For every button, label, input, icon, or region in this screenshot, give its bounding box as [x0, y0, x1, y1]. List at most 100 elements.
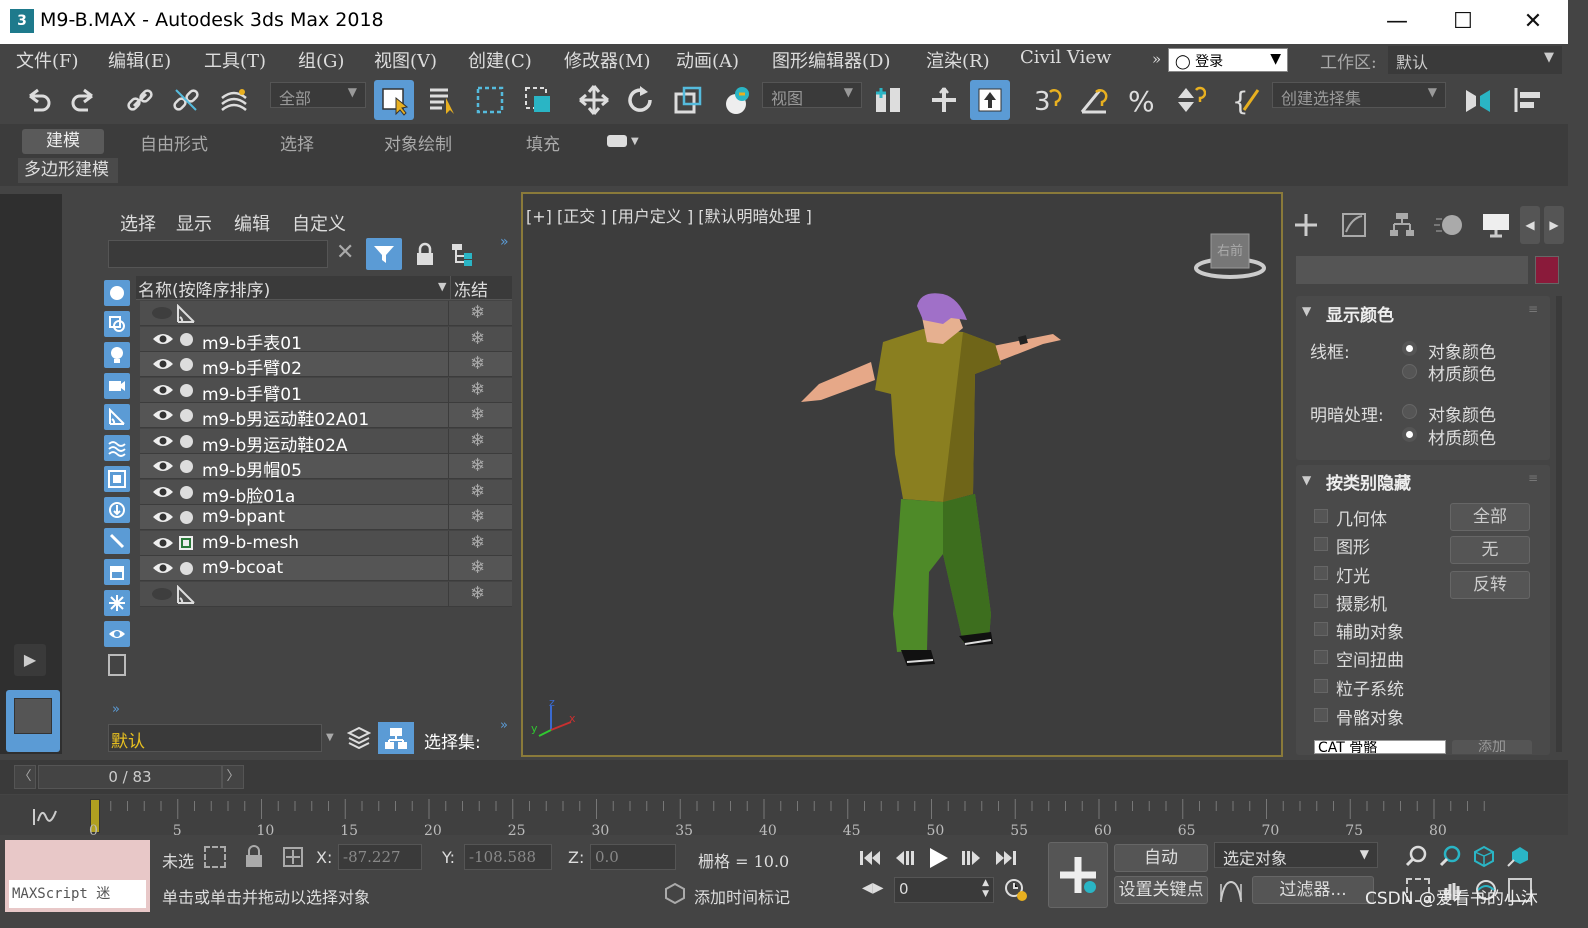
hierarchy-tab-icon[interactable]	[1388, 210, 1416, 240]
table-row[interactable]: m9-b手表01 ❄	[140, 326, 512, 354]
visibility-eye-icon[interactable]	[152, 382, 174, 398]
scene-menu-display[interactable]: 显示	[176, 210, 212, 236]
display-color-title[interactable]: 显示颜色	[1326, 301, 1394, 326]
select-by-name-icon[interactable]	[422, 80, 462, 120]
time-slider[interactable]: 0 / 83	[38, 765, 222, 789]
visibility-eye-icon[interactable]	[152, 535, 174, 551]
bind-space-warp-icon[interactable]	[214, 80, 254, 120]
menu-modifiers[interactable]: 修改器(M)	[564, 47, 650, 73]
visibility-eye-icon[interactable]	[152, 433, 174, 449]
category-checkbox[interactable]	[1314, 650, 1328, 664]
spinner-snap-icon[interactable]	[1170, 80, 1210, 120]
visibility-eye-icon[interactable]	[152, 407, 174, 423]
scene-menu-customize[interactable]: 自定义	[292, 210, 346, 236]
display-cameras-icon[interactable]	[104, 373, 130, 399]
hide-invert-button[interactable]: 反转	[1450, 571, 1530, 599]
hierarchy-view-icon[interactable]	[378, 722, 414, 754]
tab-populate[interactable]: 填充	[526, 130, 560, 155]
freeze-snowflake-icon[interactable]: ❄	[470, 328, 485, 349]
hide-all-button[interactable]: 全部	[1450, 503, 1530, 531]
display-helpers-icon[interactable]	[104, 404, 130, 430]
display-frozen-icon[interactable]	[104, 590, 130, 616]
key-filter-dropdown[interactable]: 选定对象 ▼	[1214, 842, 1378, 868]
pivot-center-icon[interactable]	[868, 80, 908, 120]
create-tab-icon[interactable]	[1292, 206, 1320, 244]
select-manipulate-icon[interactable]	[924, 80, 964, 120]
menu-overflow[interactable]: »	[1152, 50, 1161, 68]
polygon-modeling-button[interactable]: 多边形建模	[18, 158, 118, 183]
panel-next-icon[interactable]: ▶	[1544, 206, 1564, 244]
add-category-button[interactable]: 添加	[1452, 740, 1532, 754]
category-checkbox[interactable]	[1314, 622, 1328, 636]
scene-menu-select[interactable]: 选择	[120, 210, 156, 236]
zoom-extents-all-icon[interactable]	[1506, 844, 1530, 868]
scene-row-helper[interactable]: ❄	[140, 301, 512, 326]
expand-icon[interactable]: ▶	[14, 644, 46, 676]
visibility-eye-icon[interactable]	[152, 509, 174, 525]
tab-object-paint[interactable]: 对象绘制	[384, 130, 452, 155]
visibility-eye-icon[interactable]	[152, 458, 174, 474]
curve-editor-icon[interactable]	[30, 805, 60, 827]
maximize-button[interactable]: ☐	[1438, 6, 1488, 38]
display-lights-icon[interactable]	[104, 342, 130, 368]
hierarchy-icon[interactable]	[450, 242, 474, 268]
wireframe-material-color-radio[interactable]	[1402, 364, 1417, 379]
panel-prev-icon[interactable]: ◀	[1520, 206, 1540, 244]
viewcube[interactable]: 右前	[1193, 230, 1267, 280]
zoom-all-icon[interactable]	[1438, 844, 1462, 868]
expand-chevron-icon[interactable]: »	[500, 234, 509, 250]
keyboard-shortcut-override-icon[interactable]	[970, 80, 1010, 120]
freeze-snowflake-icon[interactable]: ❄	[470, 404, 485, 425]
display-bones-icon[interactable]	[104, 528, 130, 554]
hidden-eye-icon[interactable]	[152, 587, 172, 600]
display-shapes-icon[interactable]	[104, 311, 130, 337]
table-row[interactable]: m9-bcoat ❄	[140, 556, 512, 581]
selection-lock-icon[interactable]	[244, 844, 264, 870]
y-coord-field[interactable]: -108.588	[464, 844, 552, 870]
menu-civil-view[interactable]: Civil View	[1020, 47, 1111, 68]
go-to-end-icon[interactable]	[994, 848, 1018, 868]
freeze-snowflake-icon[interactable]: ❄	[470, 379, 485, 400]
table-row[interactable]: m9-b男运动鞋02A ❄	[140, 428, 512, 456]
angle-snap-icon[interactable]	[1074, 80, 1114, 120]
x-coord-field[interactable]: -87.227	[338, 844, 422, 870]
display-tab-icon[interactable]	[1480, 206, 1512, 244]
next-frame-icon[interactable]	[960, 848, 984, 868]
table-row[interactable]: m9-b手臂01 ❄	[140, 377, 512, 405]
redo-icon[interactable]	[64, 80, 104, 120]
collapse-icon[interactable]: ▼	[1302, 473, 1311, 487]
character-model[interactable]	[523, 194, 1281, 755]
menu-rendering[interactable]: 渲染(R)	[926, 47, 990, 73]
maxscript-input[interactable]: MAXScript 迷	[9, 880, 146, 908]
cat-bone-item[interactable]: CAT 骨骼	[1314, 740, 1446, 754]
tab-selection[interactable]: 选择	[280, 130, 314, 155]
scene-menu-edit[interactable]: 编辑	[234, 210, 270, 236]
expand-chevron-icon[interactable]: »	[112, 702, 120, 717]
category-checkbox[interactable]	[1314, 679, 1328, 693]
clear-search-icon[interactable]: ✕	[336, 240, 354, 265]
modify-tab-icon[interactable]	[1340, 210, 1368, 240]
display-containers-icon[interactable]	[104, 559, 130, 585]
display-hidden-icon[interactable]	[104, 621, 130, 647]
table-row[interactable]: m9-bpant ❄	[140, 505, 512, 530]
column-freeze-header[interactable]: 冻结	[454, 276, 488, 301]
object-name-field[interactable]	[1296, 256, 1528, 284]
freeze-snowflake-icon[interactable]: ❄	[470, 455, 485, 476]
visibility-eye-icon[interactable]	[152, 331, 174, 347]
scene-row-helper[interactable]: ❄	[140, 581, 512, 607]
set-key-big-icon[interactable]	[1048, 842, 1108, 908]
reference-coordinate-dropdown[interactable]: 视图 ▼	[762, 82, 862, 108]
object-color-swatch[interactable]	[1535, 256, 1559, 284]
scene-search-input[interactable]	[108, 240, 328, 268]
shaded-object-color-radio[interactable]	[1402, 404, 1417, 419]
display-spacewarps-icon[interactable]	[104, 435, 130, 461]
workspace-select[interactable]: 默认 ▼	[1388, 46, 1562, 74]
key-tangent-icon[interactable]	[1218, 878, 1244, 904]
visibility-eye-icon[interactable]	[152, 356, 174, 372]
freeze-snowflake-icon[interactable]: ❄	[470, 353, 485, 374]
percent-snap-icon[interactable]: %	[1122, 80, 1162, 120]
freeze-snowflake-icon[interactable]: ❄	[470, 557, 485, 578]
hide-none-button[interactable]: 无	[1450, 536, 1530, 564]
category-checkbox[interactable]	[1314, 594, 1328, 608]
edit-named-selection-icon[interactable]: {	[1226, 80, 1266, 120]
